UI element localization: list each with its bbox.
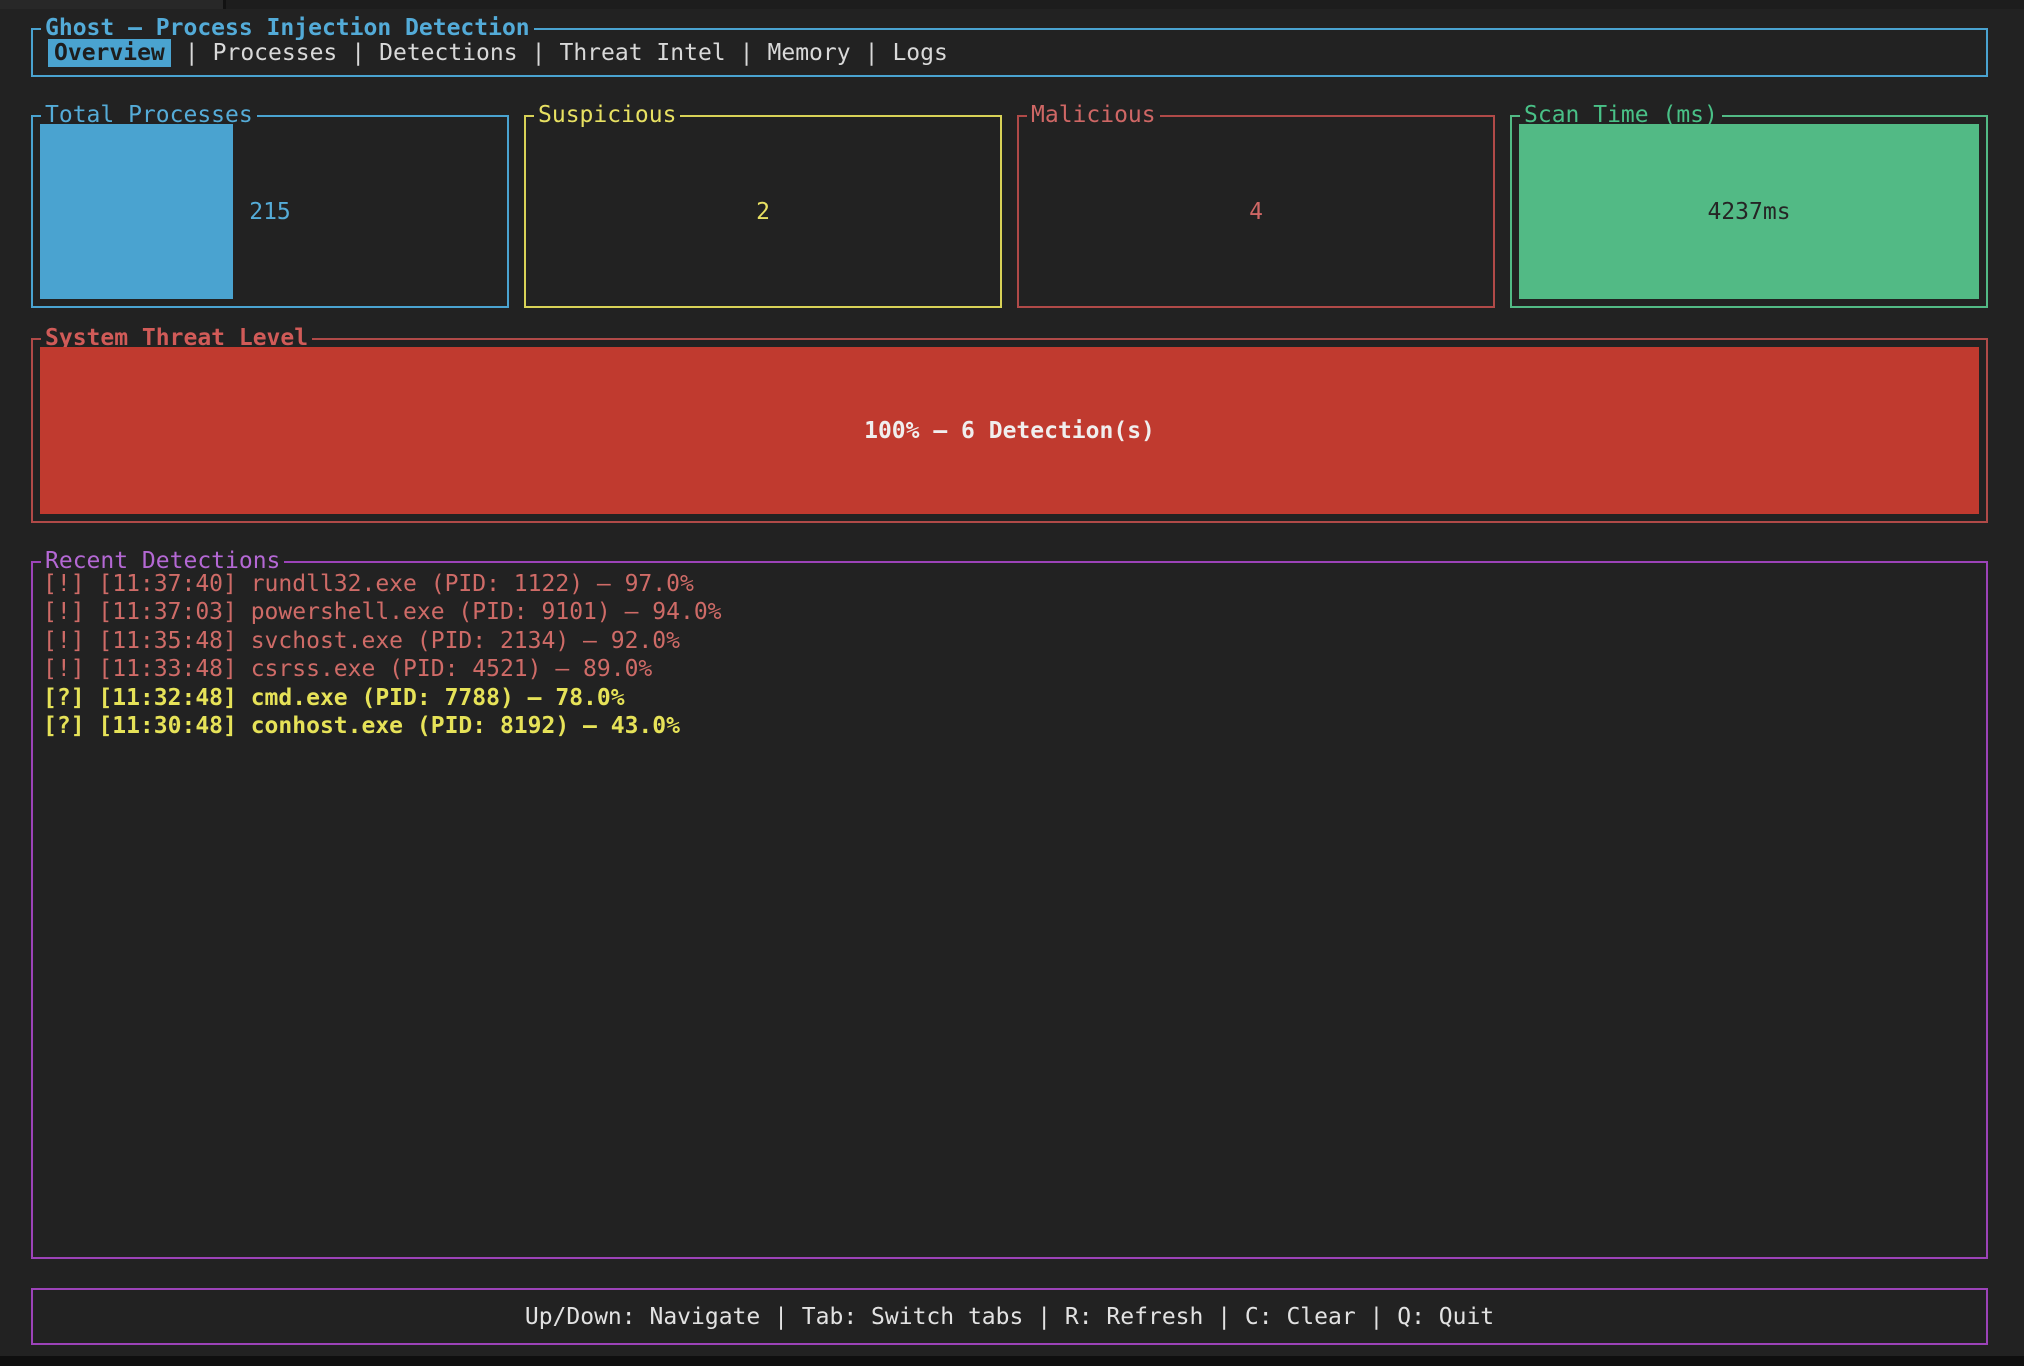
tab-threat-intel[interactable]: Threat Intel [559,40,725,66]
tab-overview[interactable]: Overview [48,39,171,67]
terminal-top-edge [0,0,2024,9]
gauge-value: 2 [533,124,993,299]
threat-level-label: 100% — 6 Detection(s) [40,347,1979,514]
detection-row[interactable]: [?] [11:30:48] conhost.exe (PID: 8192) —… [43,712,1976,740]
detection-list: [!] [11:37:40] rundll32.exe (PID: 1122) … [33,563,1986,1257]
terminal-bottom-edge [0,1356,2024,1366]
stat-box-total-processes: Total Processes 215 [31,115,509,308]
detection-row[interactable]: [!] [11:35:48] svchost.exe (PID: 2134) —… [43,627,1976,655]
suspicious-gauge: 2 [533,124,993,299]
status-bar: Up/Down: Navigate | Tab: Switch tabs | R… [31,1288,1988,1345]
detection-row[interactable]: [!] [11:37:40] rundll32.exe (PID: 1122) … [43,570,1976,598]
tab-processes[interactable]: Processes [213,40,338,66]
tab-detections[interactable]: Detections [379,40,517,66]
gauge-value: 215 [40,124,500,299]
detection-row[interactable]: [?] [11:32:48] cmd.exe (PID: 7788) — 78.… [43,684,1976,712]
tab-separator: | [532,40,546,66]
tab-separator: | [865,40,879,66]
stat-box-scan-time: Scan Time (ms) 4237ms [1510,115,1988,308]
stat-box-suspicious: Suspicious 2 [524,115,1002,308]
detection-row[interactable]: [!] [11:37:03] powershell.exe (PID: 9101… [43,598,1976,626]
tab-bar: Overview | Processes | Detections | Threat Int… [33,30,1986,75]
malicious-gauge: 4 [1026,124,1486,299]
recent-detections-panel: Recent Detections [!] [11:37:40] rundll3… [31,561,1988,1259]
threat-level-panel: System Threat Level 100% — 6 Detection(s… [31,338,1988,523]
detection-row[interactable]: [!] [11:33:48] csrss.exe (PID: 4521) — 8… [43,655,1976,683]
tab-memory[interactable]: Memory [768,40,851,66]
status-bar-text: Up/Down: Navigate | Tab: Switch tabs | R… [525,1304,1494,1330]
tab-logs[interactable]: Logs [892,40,947,66]
stat-box-malicious: Malicious 4 [1017,115,1495,308]
tab-separator: | [185,40,199,66]
terminal-tab-notch [0,0,226,9]
stats-row: Total Processes 215 Suspicious 2 Malicio… [31,115,1988,308]
total-processes-gauge: 215 [40,124,500,299]
gauge-value: 4237ms [1519,124,1979,299]
threat-level-gauge: 100% — 6 Detection(s) [40,347,1979,514]
gauge-value: 4 [1026,124,1486,299]
scan-time-gauge: 4237ms [1519,124,1979,299]
header-panel: Ghost — Process Injection Detection Over… [31,28,1988,77]
tab-separator: | [351,40,365,66]
tab-separator: | [740,40,754,66]
